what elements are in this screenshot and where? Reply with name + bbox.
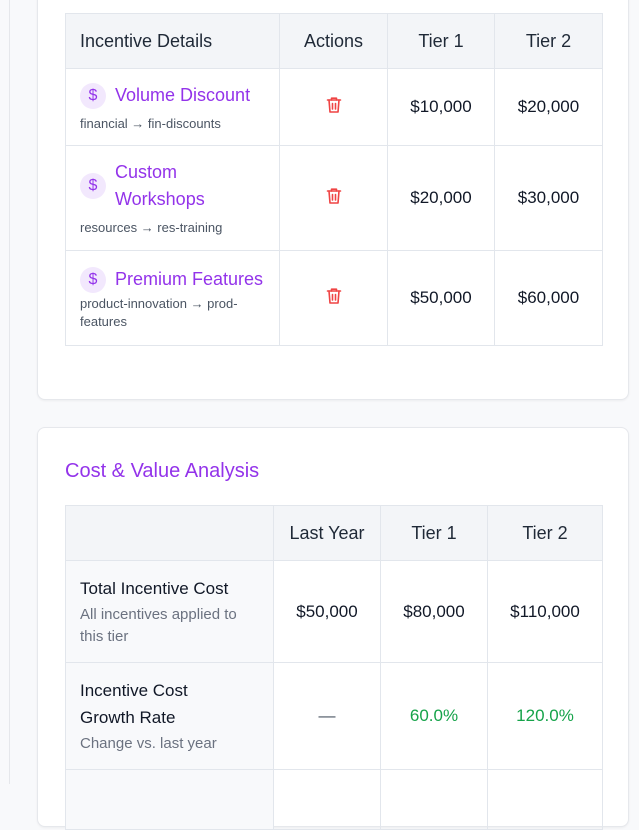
incentives-table: Incentive Details Actions Tier 1 Tier 2 …	[65, 13, 603, 346]
tier-1-value: $80,000	[380, 560, 488, 663]
tier-2-value: 120.0%	[487, 662, 603, 770]
tier-1-value: 60.0%	[380, 662, 488, 770]
actions-cell	[279, 68, 388, 146]
table-row: $ Volume Discount financial → fin-discou…	[65, 68, 603, 146]
col-header-tier-1: Tier 1	[380, 505, 488, 561]
metric-label-cell: Incentive Cost Growth Rate Change vs. la…	[65, 662, 274, 770]
cost-header-row: Last Year Tier 1 Tier 2	[65, 505, 603, 561]
table-row	[65, 769, 603, 830]
col-header-tier-2: Tier 2	[494, 13, 603, 69]
table-row: Incentive Cost Growth Rate Change vs. la…	[65, 662, 603, 770]
incentive-details-cell: $ Premium Features product-innovation → …	[65, 250, 280, 346]
section-title: Cost & Value Analysis	[65, 460, 260, 482]
col-header-tier-1: Tier 1	[387, 13, 495, 69]
dollar-icon: $	[80, 266, 106, 293]
left-divider	[9, 0, 10, 784]
delete-trash-icon[interactable]	[326, 187, 342, 210]
last-year-value: $50,000	[273, 560, 381, 663]
table-row: Total Incentive Cost All incentives appl…	[65, 560, 603, 663]
incentive-path: financial → fin-discounts	[80, 115, 221, 131]
tier-2-value: $110,000	[487, 560, 603, 663]
tier-2-value: $20,000	[494, 68, 603, 146]
metric-label: Incentive Cost Growth Rate	[80, 681, 188, 727]
tier-1-value: $20,000	[387, 145, 495, 251]
tier-1-value	[380, 769, 488, 830]
table-row: $ Custom Workshops resources → res-train…	[65, 145, 603, 251]
metric-label-cell	[65, 769, 274, 830]
col-header-incentive-details: Incentive Details	[65, 13, 280, 69]
incentive-name: Premium Features	[115, 268, 264, 289]
last-year-value	[273, 769, 381, 830]
tier-2-value	[487, 769, 603, 830]
metric-description: Change vs. last year	[80, 735, 217, 752]
col-header-actions: Actions	[279, 13, 388, 69]
incentive-name: Volume Discount	[115, 84, 251, 105]
metric-label-cell: Total Incentive Cost All incentives appl…	[65, 560, 274, 663]
last-year-value: —	[273, 662, 381, 770]
incentive-path: product-innovation → prod-features	[80, 295, 238, 329]
incentive-path: resources → res-training	[80, 220, 223, 235]
tier-1-value: $10,000	[387, 68, 495, 146]
metric-description: All incentives applied to this tier	[80, 606, 237, 645]
col-header-tier-2: Tier 2	[487, 505, 603, 561]
table-row: $ Premium Features product-innovation → …	[65, 250, 603, 346]
col-header-metric	[65, 505, 274, 561]
tier-1-value: $50,000	[387, 250, 495, 346]
col-header-last-year: Last Year	[273, 505, 381, 561]
metric-label: Total Incentive Cost	[80, 579, 229, 598]
delete-trash-icon[interactable]	[326, 287, 342, 310]
tier-2-value: $30,000	[494, 145, 603, 251]
actions-cell	[279, 145, 388, 251]
cost-analysis-card: Cost & Value Analysis Last Year Tier 1 T…	[37, 427, 629, 830]
dollar-icon: $	[80, 82, 106, 109]
incentive-details-cell: $ Volume Discount financial → fin-discou…	[65, 68, 280, 146]
dollar-icon: $	[80, 173, 106, 199]
tier-2-value: $60,000	[494, 250, 603, 346]
actions-cell	[279, 250, 388, 346]
incentive-name: Custom Workshops	[115, 162, 205, 209]
incentives-header-row: Incentive Details Actions Tier 1 Tier 2	[65, 13, 603, 69]
incentive-details-cell: $ Custom Workshops resources → res-train…	[65, 145, 280, 251]
incentives-card: Incentive Details Actions Tier 1 Tier 2 …	[37, 0, 629, 400]
delete-trash-icon[interactable]	[326, 96, 342, 119]
cost-analysis-table: Last Year Tier 1 Tier 2 Total Incentive …	[65, 505, 603, 830]
